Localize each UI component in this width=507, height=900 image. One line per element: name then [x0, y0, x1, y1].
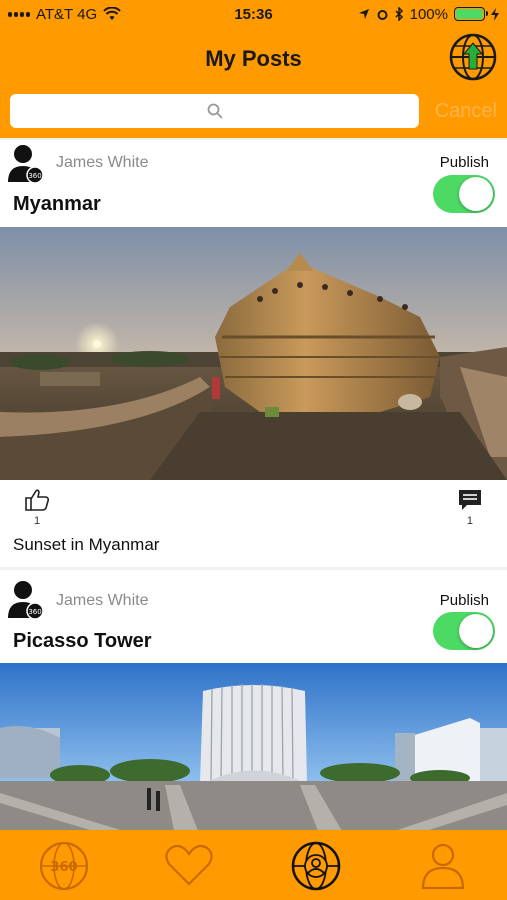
like-icon[interactable]: [24, 488, 50, 512]
post-card: 360 James White Picasso Tower Publish: [0, 570, 507, 836]
post-actions: 1 1 Sunset in Myanmar: [0, 480, 507, 567]
post-title: Picasso Tower: [13, 630, 152, 652]
search-input[interactable]: [10, 94, 419, 128]
svg-text:360: 360: [28, 172, 41, 180]
toggle-knob: [459, 614, 493, 648]
svg-text:360: 360: [28, 608, 41, 616]
wifi-icon: [103, 7, 121, 20]
publish-label: Publish: [439, 592, 489, 609]
battery-icon: [454, 7, 488, 21]
signal-icon: [8, 11, 30, 17]
battery-percent: 100%: [409, 5, 448, 23]
upload-globe-button[interactable]: [449, 33, 497, 81]
alarm-icon: [377, 9, 388, 20]
bluetooth-icon: [395, 7, 403, 21]
publish-toggle[interactable]: [433, 175, 495, 213]
comment-count: 1: [466, 515, 473, 527]
status-left: AT&T 4G: [8, 6, 121, 23]
page-title: My Posts: [205, 46, 302, 71]
author-name[interactable]: James White: [56, 592, 148, 610]
publish-toggle[interactable]: [433, 612, 495, 650]
search-field-container[interactable]: [10, 94, 419, 128]
panorama-image[interactable]: [0, 663, 507, 836]
panorama-image[interactable]: [0, 227, 507, 480]
like-count: 1: [34, 515, 41, 527]
user-icon[interactable]: [417, 840, 469, 892]
toggle-knob: [459, 177, 493, 211]
post-header: 360 James White Myanmar Publish: [0, 140, 507, 227]
avatar-360-icon[interactable]: 360: [8, 580, 44, 620]
cancel-button[interactable]: Cancel: [435, 100, 497, 123]
post-header: 360 James White Picasso Tower Publish: [0, 570, 507, 663]
profile-globe-icon[interactable]: [290, 840, 342, 892]
heart-icon[interactable]: [163, 840, 215, 892]
carrier-label: AT&T 4G: [36, 5, 98, 23]
charging-icon: [491, 7, 499, 21]
comment-icon[interactable]: [457, 488, 483, 512]
publish-label: Publish: [439, 154, 489, 171]
post-caption: Sunset in Myanmar: [13, 535, 160, 554]
status-right: 100%: [358, 6, 499, 23]
status-bar: AT&T 4G 15:36 100%: [0, 0, 507, 28]
svg-text:360: 360: [50, 860, 77, 875]
360-globe-icon[interactable]: 360: [38, 840, 90, 892]
tab-bar: 360: [0, 830, 507, 900]
avatar-360-icon[interactable]: 360: [8, 144, 44, 184]
location-icon: [358, 9, 369, 19]
author-name[interactable]: James White: [56, 154, 148, 172]
post-card: 360 James White Myanmar Publish 1 1 Suns…: [0, 140, 507, 567]
nav-bar: My Posts Cancel: [0, 28, 507, 138]
post-title: Myanmar: [13, 193, 101, 215]
